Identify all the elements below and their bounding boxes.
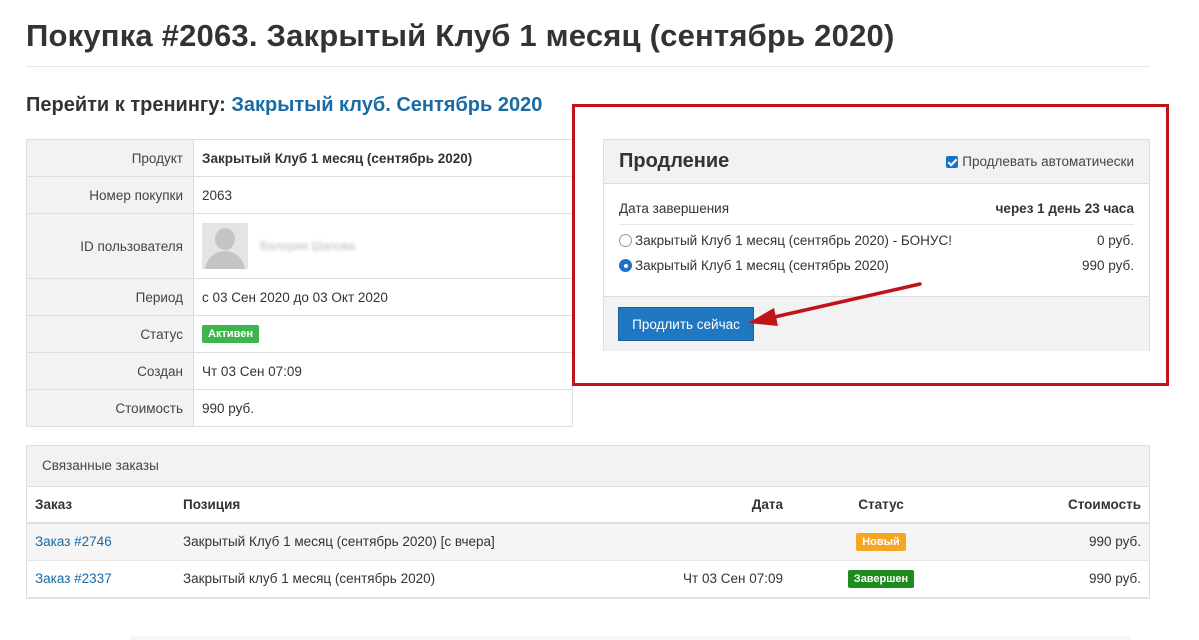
col-cost: Стоимость	[971, 487, 1149, 524]
order-position: Закрытый клуб 1 месяц (сентябрь 2020)	[175, 560, 631, 598]
col-date: Дата	[631, 487, 791, 524]
info-row-user: ID пользователя Валерия Шапова	[26, 213, 573, 279]
table-header-row: Заказ Позиция Дата Статус Стоимость	[27, 487, 1149, 524]
status-badge: Активен	[202, 325, 259, 343]
status-label: Статус	[26, 315, 194, 353]
user-id-value: Валерия Шапова	[193, 213, 573, 279]
end-date-value: через 1 день 23 часа	[995, 201, 1134, 216]
status-badge: Новый	[856, 532, 906, 551]
period-value: с 03 Сен 2020 до 03 Окт 2020	[193, 278, 573, 316]
info-row-cost: Стоимость 990 руб.	[26, 389, 573, 427]
user-id-label: ID пользователя	[26, 213, 194, 279]
purchase-number-label: Номер покупки	[26, 176, 194, 214]
renewal-header: Продление Продлевать автоматически	[604, 140, 1149, 184]
renew-now-button[interactable]: Продлить сейчас	[618, 307, 754, 341]
bottom-divider	[130, 636, 1130, 640]
purchase-number-value: 2063	[193, 176, 573, 214]
orders-table: Заказ Позиция Дата Статус Стоимость Зака…	[27, 487, 1149, 598]
training-link-row: Перейти к тренингу: Закрытый клуб. Сентя…	[26, 94, 542, 117]
order-link[interactable]: Заказ #2337	[35, 571, 112, 586]
order-link[interactable]: Заказ #2746	[35, 534, 112, 549]
table-row: Заказ #2337 Закрытый клуб 1 месяц (сентя…	[27, 560, 1149, 598]
info-row-created: Создан Чт 03 Сен 07:09	[26, 352, 573, 390]
order-date: Чт 03 Сен 07:09	[631, 560, 791, 598]
auto-renew-label: Продлевать автоматически	[962, 154, 1134, 169]
radio-bonus[interactable]	[619, 234, 632, 247]
related-orders-heading: Связанные заказы	[27, 446, 1149, 487]
info-row-number: Номер покупки 2063	[26, 176, 573, 214]
col-status: Статус	[791, 487, 971, 524]
renew-option-bonus[interactable]: Закрытый Клуб 1 месяц (сентябрь 2020) - …	[619, 233, 1134, 248]
end-date-label: Дата завершения	[619, 201, 730, 216]
option-label: Закрытый Клуб 1 месяц (сентябрь 2020)	[635, 258, 889, 273]
training-link[interactable]: Закрытый клуб. Сентябрь 2020	[231, 94, 542, 116]
renewal-title: Продление	[619, 150, 730, 172]
info-row-product: Продукт Закрытый Клуб 1 месяц (сентябрь …	[26, 139, 573, 177]
training-link-label: Перейти к тренингу:	[26, 94, 226, 116]
info-row-period: Период с 03 Сен 2020 до 03 Окт 2020	[26, 278, 573, 316]
created-label: Создан	[26, 352, 194, 390]
order-cost: 990 руб.	[971, 560, 1149, 598]
avatar[interactable]	[202, 223, 248, 269]
product-label: Продукт	[26, 139, 194, 177]
col-order: Заказ	[27, 487, 175, 524]
title-divider	[26, 66, 1150, 67]
option-price: 990 руб.	[1081, 258, 1134, 273]
order-date	[631, 523, 791, 561]
end-date-row: Дата завершения через 1 день 23 часа	[619, 201, 1134, 216]
option-label: Закрытый Клуб 1 месяц (сентябрь 2020) - …	[635, 233, 952, 248]
info-row-status: Статус Активен	[26, 315, 573, 353]
order-cost: 990 руб.	[971, 523, 1149, 561]
status-badge: Завершен	[847, 569, 915, 588]
divider	[619, 224, 1134, 225]
table-row: Заказ #2746 Закрытый Клуб 1 месяц (сентя…	[27, 523, 1149, 561]
order-position: Закрытый Клуб 1 месяц (сентябрь 2020) [с…	[175, 523, 631, 561]
related-orders-panel: Связанные заказы Заказ Позиция Дата Стат…	[26, 445, 1150, 599]
auto-renew-toggle[interactable]: Продлевать автоматически	[946, 154, 1134, 169]
radio-standard[interactable]	[619, 259, 632, 272]
option-price: 0 руб.	[1097, 233, 1134, 248]
cost-value: 990 руб.	[193, 389, 573, 427]
period-label: Период	[26, 278, 194, 316]
auto-renew-checkbox[interactable]	[946, 155, 959, 168]
renew-option-standard[interactable]: Закрытый Клуб 1 месяц (сентябрь 2020) 99…	[619, 258, 1134, 273]
product-value: Закрытый Клуб 1 месяц (сентябрь 2020)	[193, 139, 573, 177]
page-title: Покупка #2063. Закрытый Клуб 1 месяц (се…	[26, 18, 895, 53]
col-position: Позиция	[175, 487, 631, 524]
annotation-arrow-icon	[748, 282, 922, 326]
purchase-info-table: Продукт Закрытый Клуб 1 месяц (сентябрь …	[26, 139, 573, 427]
cost-label: Стоимость	[26, 389, 194, 427]
created-value: Чт 03 Сен 07:09	[193, 352, 573, 390]
user-name[interactable]: Валерия Шапова	[260, 239, 355, 253]
